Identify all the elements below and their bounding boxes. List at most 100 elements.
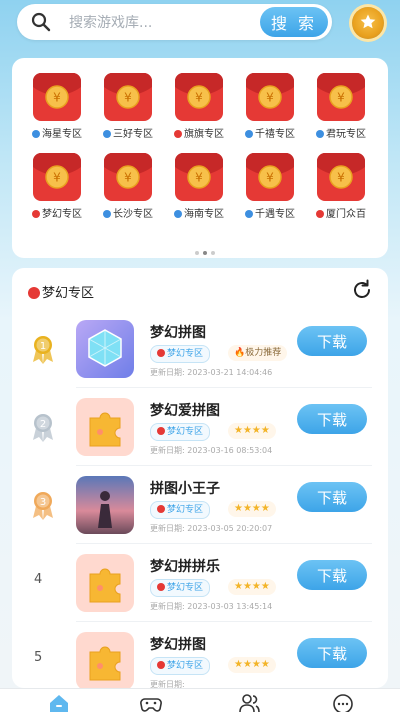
update-date: 更新日期: 2023-03-03 13:45:14 bbox=[150, 601, 272, 612]
rank-number: 5 bbox=[34, 650, 43, 665]
download-button[interactable]: 下载 bbox=[297, 404, 367, 434]
red-envelope-icon: ¥ bbox=[246, 73, 294, 121]
zone-tag-text: 梦幻专区 bbox=[167, 505, 204, 515]
download-button[interactable]: 下载 bbox=[297, 560, 367, 590]
update-prefix: 更新日期: bbox=[150, 680, 185, 688]
zone-item[interactable]: ¥ 千禧专区 bbox=[235, 72, 305, 152]
svg-text:1: 1 bbox=[40, 341, 46, 352]
red-envelope-icon: ¥ bbox=[175, 153, 223, 201]
svg-text:¥: ¥ bbox=[53, 91, 61, 105]
update-prefix: 更新日期: bbox=[150, 368, 185, 377]
zone-dot-icon bbox=[103, 210, 111, 218]
game-thumbnail[interactable] bbox=[76, 632, 134, 688]
download-button[interactable]: 下载 bbox=[297, 638, 367, 668]
zone-tag: 梦幻专区 bbox=[150, 579, 211, 597]
zone-label-text: 三好专区 bbox=[113, 129, 153, 140]
update-date: 更新日期: 2023-03-21 14:04:46 bbox=[150, 367, 272, 378]
zone-tag-text: 梦幻专区 bbox=[167, 661, 204, 671]
svg-text:¥: ¥ bbox=[266, 171, 274, 185]
zone-label-text: 千遇专区 bbox=[255, 209, 295, 220]
rating-tag: ★★★★ bbox=[228, 579, 276, 595]
page-dot bbox=[203, 251, 207, 255]
zone-item[interactable]: ¥ 长沙专区 bbox=[93, 152, 163, 232]
zone-label-text: 海星专区 bbox=[42, 129, 82, 140]
zone-dot-icon bbox=[32, 130, 40, 138]
zone-item[interactable]: ¥ 海南专区 bbox=[164, 152, 234, 232]
game-thumbnail[interactable] bbox=[76, 398, 134, 456]
update-prefix: 更新日期: bbox=[150, 524, 185, 533]
game-row[interactable]: 2 梦幻爱拼图 梦幻专区 ★★★★ 更新日期: 2023-03-16 08:53:04 下… bbox=[12, 388, 388, 466]
zone-tag-text: 梦幻专区 bbox=[167, 427, 204, 437]
zone-dot-icon bbox=[174, 130, 182, 138]
gamepad-icon[interactable] bbox=[140, 693, 162, 712]
zone-label: 君玩专区 bbox=[306, 125, 376, 140]
zone-tag: 梦幻专区 bbox=[150, 657, 211, 675]
zone-item[interactable]: ¥ 三好专区 bbox=[93, 72, 163, 152]
zone-dot-icon bbox=[157, 505, 165, 513]
svg-text:¥: ¥ bbox=[124, 171, 132, 185]
game-list-card: 梦幻专区 1 梦幻拼图梦幻专区 🔥极力推荐更新日期: 2023-03-21 14:0… bbox=[12, 268, 388, 688]
svg-text:¥: ¥ bbox=[337, 91, 345, 105]
red-envelope-icon: ¥ bbox=[246, 153, 294, 201]
zone-grid-card: ¥ 海星专区 ¥ 三好专区 ¥ 旗旗专区 ¥ 千禧专区 ¥ 君玩专区 ¥ 梦幻专区 ¥ 长沙专区 ¥ 海南专区… bbox=[12, 58, 388, 258]
zone-label: 千禧专区 bbox=[235, 125, 305, 140]
update-date: 更新日期: 2023-03-16 08:53:04 bbox=[150, 445, 272, 456]
red-envelope-icon: ¥ bbox=[175, 73, 223, 121]
search-bar: 搜 索 bbox=[17, 4, 332, 42]
users-icon[interactable] bbox=[238, 693, 260, 712]
page-indicator bbox=[195, 240, 219, 259]
game-thumbnail[interactable] bbox=[76, 320, 134, 378]
zone-label-text: 君玩专区 bbox=[326, 129, 366, 140]
rank-medal-icon: 1 bbox=[30, 334, 56, 364]
zone-dot-icon bbox=[245, 210, 253, 218]
rating-tag: ★★★★ bbox=[228, 501, 276, 517]
game-thumbnail[interactable] bbox=[76, 476, 134, 534]
zone-label-text: 旗旗专区 bbox=[184, 129, 224, 140]
zone-tag: 梦幻专区 bbox=[150, 423, 211, 441]
game-thumbnail[interactable] bbox=[76, 554, 134, 612]
download-button[interactable]: 下载 bbox=[297, 482, 367, 512]
zone-dot-icon bbox=[245, 130, 253, 138]
star-icon bbox=[360, 14, 376, 29]
game-row[interactable]: 3 拼图小王子 梦幻专区 ★★★★ 更新日期: 2023-03-05 20:20:07 下… bbox=[12, 466, 388, 544]
red-envelope-icon: ¥ bbox=[317, 73, 365, 121]
bottom-tab-bar bbox=[0, 688, 400, 712]
game-name: 梦幻拼图 bbox=[150, 325, 206, 341]
zone-dot-icon bbox=[316, 130, 324, 138]
zone-item[interactable]: ¥ 梦幻专区 bbox=[22, 152, 92, 232]
rating-tag: 🔥极力推荐 bbox=[228, 345, 288, 361]
zone-item[interactable]: ¥ 海星专区 bbox=[22, 72, 92, 152]
home-icon[interactable] bbox=[48, 693, 70, 712]
zone-label: 千遇专区 bbox=[235, 205, 305, 220]
star-badge-button[interactable] bbox=[352, 7, 384, 39]
zone-item[interactable]: ¥ 君玩专区 bbox=[306, 72, 376, 152]
update-prefix: 更新日期: bbox=[150, 446, 185, 455]
refresh-icon[interactable] bbox=[350, 278, 374, 302]
download-button[interactable]: 下载 bbox=[297, 326, 367, 356]
svg-text:¥: ¥ bbox=[195, 171, 203, 185]
update-date: 更新日期: 2023-03-05 20:20:07 bbox=[150, 523, 272, 534]
page-dot bbox=[211, 251, 215, 255]
zone-label: 长沙专区 bbox=[93, 205, 163, 220]
zone-item[interactable]: ¥ 厦门众百 bbox=[306, 152, 376, 232]
svg-text:¥: ¥ bbox=[337, 171, 345, 185]
svg-text:¥: ¥ bbox=[124, 91, 132, 105]
zone-item[interactable]: ¥ 千遇专区 bbox=[235, 152, 305, 232]
search-input[interactable] bbox=[67, 4, 271, 42]
svg-text:¥: ¥ bbox=[266, 91, 274, 105]
svg-text:¥: ¥ bbox=[53, 171, 61, 185]
rank-number: 4 bbox=[34, 572, 43, 587]
rating-tag: ★★★★ bbox=[228, 423, 276, 439]
game-row[interactable]: 1 梦幻拼图 梦幻专区 🔥极力推荐 更新日期: 2023-03-21 14:04:46 下… bbox=[12, 310, 388, 388]
update-date: 更新日期: bbox=[150, 679, 185, 688]
zone-dot-icon bbox=[174, 210, 182, 218]
game-row[interactable]: 4 梦幻拼拼乐 梦幻专区 ★★★★ 更新日期: 2023-03-03 13:45:14 下… bbox=[12, 544, 388, 622]
search-button[interactable]: 搜 索 bbox=[260, 7, 328, 37]
red-envelope-icon: ¥ bbox=[33, 73, 81, 121]
red-envelope-icon: ¥ bbox=[104, 153, 152, 201]
zone-label: 厦门众百 bbox=[306, 205, 376, 220]
game-row[interactable]: 5 梦幻拼图 梦幻专区 ★★★★ 更新日期: 下载 bbox=[12, 622, 388, 688]
update-prefix: 更新日期: bbox=[150, 602, 185, 611]
chat-icon[interactable] bbox=[332, 693, 354, 712]
zone-item[interactable]: ¥ 旗旗专区 bbox=[164, 72, 234, 152]
